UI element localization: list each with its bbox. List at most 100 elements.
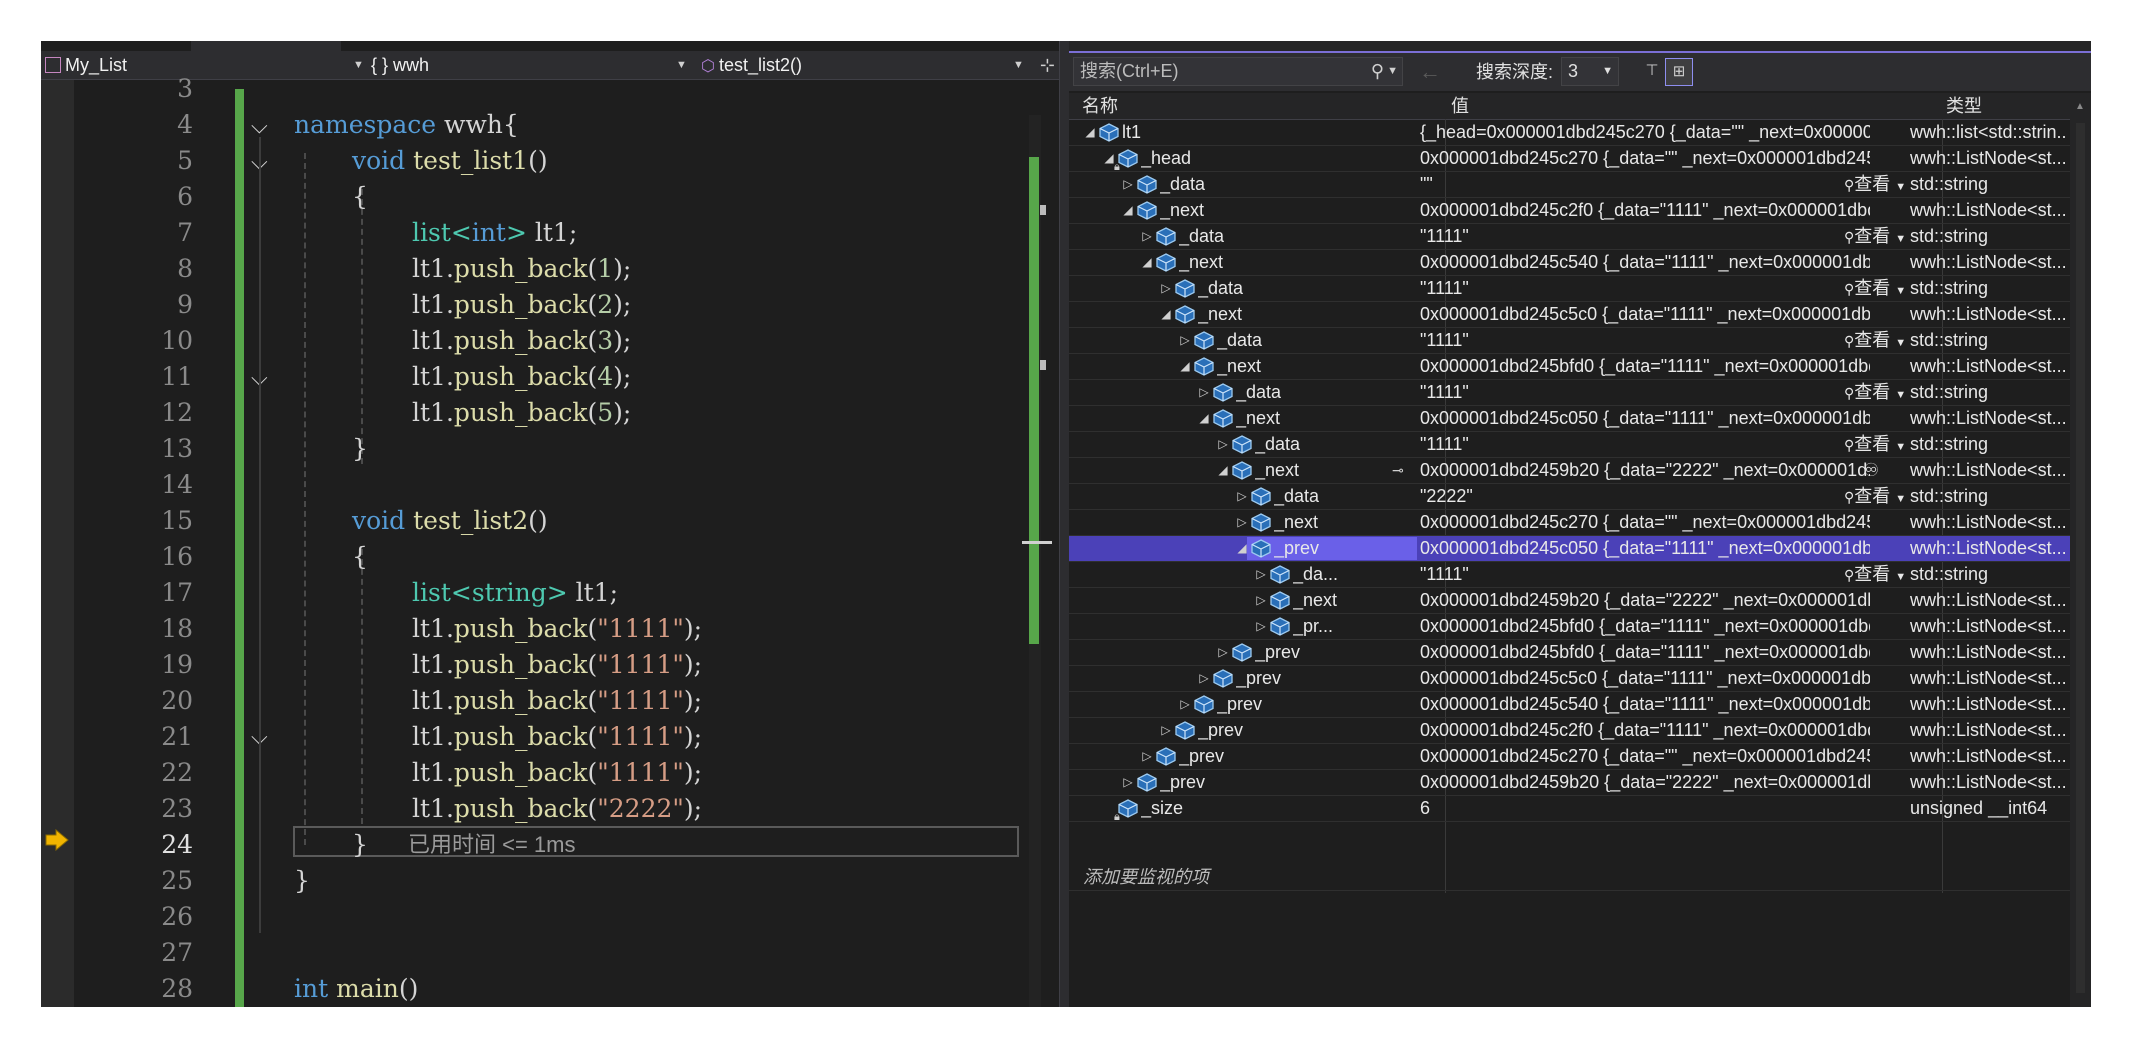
collapsed-triangle-icon[interactable]: ▷ xyxy=(1216,640,1230,665)
expanded-triangle-icon[interactable]: ◢ xyxy=(1121,198,1135,223)
collapsed-triangle-icon[interactable]: ▷ xyxy=(1197,380,1211,405)
search-depth-dropdown[interactable]: 3 ▼ xyxy=(1561,57,1619,86)
code-line-18[interactable]: lt1.push_back("1111"); xyxy=(412,611,702,647)
column-type-header[interactable]: 类型 xyxy=(1946,93,1982,119)
watch-row-value[interactable]: "" xyxy=(1420,172,1840,197)
watch-row[interactable]: ▷ _data "" ⚲查看 ▼ std::string xyxy=(1069,172,2070,198)
code-line-17[interactable]: list<string> lt1; xyxy=(412,575,618,611)
collapsed-triangle-icon[interactable]: ▷ xyxy=(1254,588,1268,613)
watch-row[interactable]: ◢ _next 0x000001dbd245c540 {_data="1111" _… xyxy=(1069,250,2070,276)
visualizer-icon[interactable]: ♾ xyxy=(1863,458,1879,483)
code-line-28[interactable]: int main() xyxy=(294,971,418,1007)
chevron-down-icon[interactable]: ▼ xyxy=(1387,58,1398,85)
watch-row-value[interactable]: 0x000001dbd245c050 {_data="1111" _next=0… xyxy=(1420,536,1870,561)
collapsed-triangle-icon[interactable]: ▷ xyxy=(1254,614,1268,639)
collapsed-triangle-icon[interactable]: ▷ xyxy=(1178,692,1192,717)
watch-row-value[interactable]: 0x000001dbd245c2f0 {_data="1111" _next=0… xyxy=(1420,718,1870,743)
watch-row-value[interactable]: 0x000001dbd245c270 {_data="" _next=0x000… xyxy=(1420,744,1870,769)
collapsed-triangle-icon[interactable]: ▷ xyxy=(1121,172,1135,197)
watch-row-value[interactable]: 0x000001dbd245c5c0 {_data="1111" _next=0… xyxy=(1420,302,1870,327)
expanded-triangle-icon[interactable]: ◢ xyxy=(1159,302,1173,327)
collapsed-triangle-icon[interactable]: ▷ xyxy=(1197,666,1211,691)
watch-row[interactable]: ▷ _prev 0x000001dbd2459b20 {_data="2222" _… xyxy=(1069,770,2070,796)
watch-row[interactable]: ▷ _pr... 0x000001dbd245bfd0 {_data="1111" … xyxy=(1069,614,2070,640)
text-visualizer-button[interactable]: ⚲查看 ▼ xyxy=(1844,562,1906,590)
collapsed-triangle-icon[interactable]: ▷ xyxy=(1254,562,1268,587)
expanded-triangle-icon[interactable]: ◢ xyxy=(1178,354,1192,379)
watch-row[interactable]: ▷ _prev 0x000001dbd245c540 {_data="1111" _… xyxy=(1069,692,2070,718)
watch-row[interactable]: ▷ _data "1111" ⚲查看 ▼ std::string xyxy=(1069,276,2070,302)
scrollbar-track[interactable] xyxy=(2076,123,2085,993)
watch-row[interactable]: ▷ _da... "1111" ⚲查看 ▼ std::string xyxy=(1069,562,2070,588)
code-line-13[interactable]: } xyxy=(352,431,368,467)
code-line-7[interactable]: list<int> lt1; xyxy=(412,215,577,251)
watch-row[interactable]: ▷ _data "1111" ⚲查看 ▼ std::string xyxy=(1069,224,2070,250)
watch-row-value[interactable]: "1111" xyxy=(1420,380,1840,405)
collapsed-triangle-icon[interactable]: ▷ xyxy=(1159,718,1173,743)
watch-row-value[interactable]: 0x000001dbd2459b20 {_data="2222" _next=0… xyxy=(1420,770,1870,795)
watch-row-value[interactable]: 0x000001dbd245c050 {_data="1111" _next=0… xyxy=(1420,406,1870,431)
text-visualizer-button[interactable]: ⚲查看 ▼ xyxy=(1844,380,1906,408)
watch-vertical-scrollbar[interactable]: ▲ xyxy=(2070,93,2091,1007)
text-visualizer-button[interactable]: ⚲查看 ▼ xyxy=(1844,484,1906,512)
indicator-margin[interactable] xyxy=(41,80,74,1007)
code-line-16[interactable]: { xyxy=(352,539,368,575)
add-watch-row[interactable]: 添加要监视的项 xyxy=(1069,865,2070,891)
watch-row[interactable]: ◢ _next 0x000001dbd245c5c0 {_data="1111" _… xyxy=(1069,302,2070,328)
watch-row-value[interactable]: 6 xyxy=(1420,796,1870,821)
watch-row[interactable]: ▷ _prev 0x000001dbd245c5c0 {_data="1111" _… xyxy=(1069,666,2070,692)
expanded-triangle-icon[interactable]: ◢ xyxy=(1216,458,1230,483)
collapsed-triangle-icon[interactable]: ▷ xyxy=(1140,224,1154,249)
watch-row[interactable]: ▷ _prev 0x000001dbd245bfd0 {_data="1111" _… xyxy=(1069,640,2070,666)
collapsed-triangle-icon[interactable]: ▷ xyxy=(1178,328,1192,353)
watch-row-value[interactable]: 0x000001dbd245c270 {_data="" _next=0x000… xyxy=(1420,510,1870,535)
code-line-21[interactable]: lt1.push_back("1111"); xyxy=(412,719,702,755)
watch-row[interactable]: ◢ _next 0x000001dbd245c2f0 {_data="1111" _… xyxy=(1069,198,2070,224)
expanded-triangle-icon[interactable]: ◢ xyxy=(1235,536,1249,561)
expanded-triangle-icon[interactable]: ◢ xyxy=(1083,120,1097,145)
watch-row[interactable]: ◢ _next 0x000001dbd245c050 {_data="1111" _… xyxy=(1069,406,2070,432)
collapsed-triangle-icon[interactable]: ▷ xyxy=(1235,484,1249,509)
watch-row[interactable]: ▷ _data "1111" ⚲查看 ▼ std::string xyxy=(1069,380,2070,406)
code-line-23[interactable]: lt1.push_back("2222"); xyxy=(412,791,702,827)
text-visualizer-button[interactable]: ⚲查看 ▼ xyxy=(1844,224,1906,252)
code-line-5[interactable]: void test_list1() xyxy=(352,143,548,179)
watch-row-value[interactable]: 0x000001dbd245c540 {_data="1111" _next=0… xyxy=(1420,250,1870,275)
watch-row[interactable]: ▷ _prev 0x000001dbd245c270 {_data="" _next… xyxy=(1069,744,2070,770)
watch-row[interactable]: ▷ _next 0x000001dbd2459b20 {_data="2222" _… xyxy=(1069,588,2070,614)
code-line-10[interactable]: lt1.push_back(3); xyxy=(412,323,631,359)
watch-row[interactable]: ▷ _prev 0x000001dbd245c2f0 {_data="1111" _… xyxy=(1069,718,2070,744)
scope-dropdown[interactable]: { } wwh ▼ xyxy=(371,53,689,77)
watch-row[interactable]: ◢ _next ⊸ 0x000001dbd2459b20 {_data="2222" … xyxy=(1069,458,2070,484)
perf-tip[interactable]: 已用时间 <= 1ms xyxy=(408,827,575,863)
watch-row-value[interactable]: "1111" xyxy=(1420,328,1840,353)
watch-row-value[interactable]: 0x000001dbd245bfd0 {_data="1111" _next=0… xyxy=(1420,640,1870,665)
watch-search-input[interactable]: 搜索(Ctrl+E) ⚲ ▼ xyxy=(1073,57,1403,86)
watch-row[interactable]: ▷ _data "1111" ⚲查看 ▼ std::string xyxy=(1069,432,2070,458)
code-line-6[interactable]: { xyxy=(352,179,368,215)
column-name-header[interactable]: 名称 xyxy=(1082,93,1118,119)
watch-row-value[interactable]: "1111" xyxy=(1420,562,1840,587)
text-visualizer-button[interactable]: ⚲查看 ▼ xyxy=(1844,276,1906,304)
code-line-24[interactable]: } xyxy=(352,827,368,863)
watch-row-value[interactable]: 0x000001dbd2459b20 {_data="2222" _next=0… xyxy=(1420,458,1870,483)
watch-row-value[interactable]: 0x000001dbd245c540 {_data="1111" _next=0… xyxy=(1420,692,1870,717)
search-icon[interactable]: ⚲ xyxy=(1371,58,1384,85)
code-line-19[interactable]: lt1.push_back("1111"); xyxy=(412,647,702,683)
collapsed-triangle-icon[interactable]: ▷ xyxy=(1140,744,1154,769)
code-line-8[interactable]: lt1.push_back(1); xyxy=(412,251,631,287)
editor-vertical-scrollbar[interactable] xyxy=(1021,115,1059,1007)
scroll-up-icon[interactable]: ▲ xyxy=(2075,101,2085,112)
code-line-22[interactable]: lt1.push_back("1111"); xyxy=(412,755,702,791)
text-visualizer-button[interactable]: ⚲查看 ▼ xyxy=(1844,328,1906,356)
text-visualizer-button[interactable]: ⚲查看 ▼ xyxy=(1844,172,1906,200)
watch-row-value[interactable]: 0x000001dbd245bfd0 {_data="1111" _next=0… xyxy=(1420,354,1870,379)
watch-row-value[interactable]: "1111" xyxy=(1420,224,1840,249)
watch-row-value[interactable]: "1111" xyxy=(1420,276,1840,301)
collapsed-triangle-icon[interactable]: ▷ xyxy=(1159,276,1173,301)
watch-row[interactable]: ◢ _prev 0x000001dbd245c050 {_data="1111" _… xyxy=(1069,536,2070,562)
watch-row[interactable]: ▷ _data "1111" ⚲查看 ▼ std::string xyxy=(1069,328,2070,354)
code-line-9[interactable]: lt1.push_back(2); xyxy=(412,287,631,323)
pin-icon[interactable]: ⊸ xyxy=(1392,458,1404,483)
code-line-15[interactable]: void test_list2() xyxy=(352,503,548,539)
